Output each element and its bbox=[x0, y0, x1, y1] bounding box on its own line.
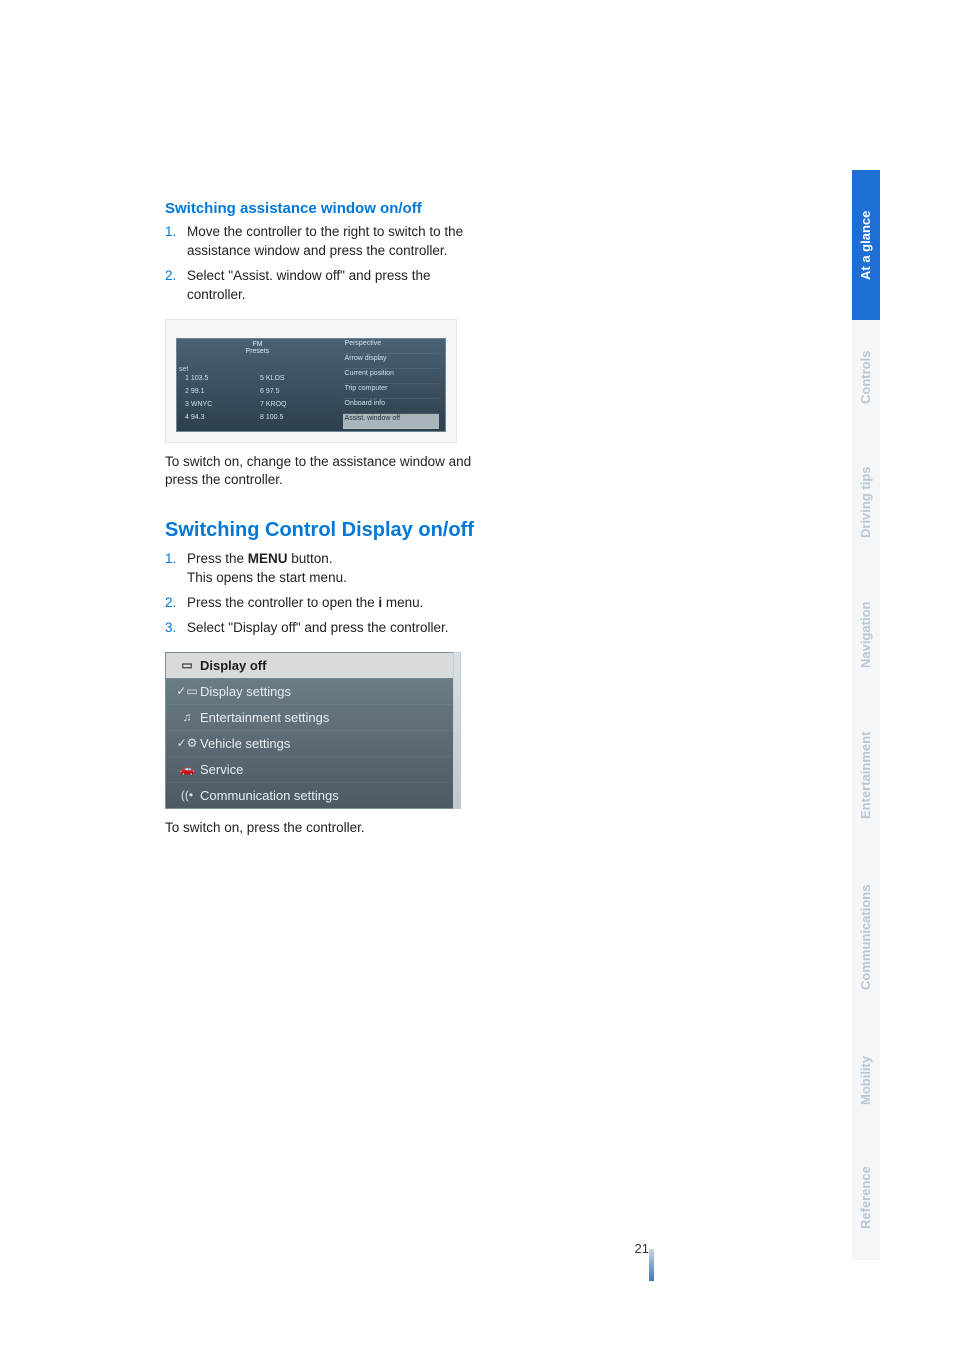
assist-menu-item: Onboard info bbox=[343, 399, 439, 414]
step-text: Press the MENU button. This opens the st… bbox=[187, 550, 485, 588]
menu-label: Communication settings bbox=[200, 788, 339, 803]
tab-mobility[interactable]: Mobility bbox=[852, 1025, 880, 1135]
menu-item-vehicle-settings: ✓⚙ Vehicle settings bbox=[166, 730, 454, 756]
heading-assist-window: Switching assistance window on/off bbox=[165, 200, 485, 217]
display-after-text: To switch on, press the controller. bbox=[165, 819, 485, 838]
page-number: 21 bbox=[635, 1241, 649, 1256]
radio-panel: FM Presets set 1 103.5 5 KLOS 2 99.1 6 9… bbox=[176, 338, 446, 432]
preset-grid: 1 103.5 5 KLOS 2 99.1 6 97.5 3 WNYC 7 KR… bbox=[183, 375, 333, 426]
step-item: 2. Select "Assist. window off" and press… bbox=[165, 267, 485, 305]
step-text: Select "Display off" and press the contr… bbox=[187, 619, 485, 638]
step-text: Move the controller to the right to swit… bbox=[187, 223, 485, 261]
preset-cell: 7 KROQ bbox=[258, 401, 333, 414]
menu-item-entertainment-settings: ♫ Entertainment settings bbox=[166, 704, 454, 730]
radio-header: FM Presets bbox=[177, 339, 338, 369]
tab-driving-tips[interactable]: Driving tips bbox=[852, 435, 880, 570]
assist-window-steps: 1. Move the controller to the right to s… bbox=[165, 223, 485, 305]
band-label: FM bbox=[252, 341, 262, 348]
assist-menu-list: Perspective Arrow display Current positi… bbox=[343, 339, 439, 429]
step-text: Press the controller to open the i menu. bbox=[187, 594, 485, 613]
preset-cell: 5 KLOS bbox=[258, 375, 333, 388]
display-settings-icon: ✓▭ bbox=[174, 684, 200, 698]
menu-item-display-settings: ✓▭ Display settings bbox=[166, 678, 454, 704]
set-label: set bbox=[179, 366, 188, 373]
preset-cell: 4 94.3 bbox=[183, 414, 258, 427]
tab-reference[interactable]: Reference bbox=[852, 1135, 880, 1260]
menu-label: Vehicle settings bbox=[200, 736, 290, 751]
step-text: Select "Assist. window off" and press th… bbox=[187, 267, 485, 305]
step-item: 1. Move the controller to the right to s… bbox=[165, 223, 485, 261]
heading-control-display: Switching Control Display on/off bbox=[165, 518, 485, 542]
tab-communications[interactable]: Communications bbox=[852, 850, 880, 1025]
preset-cell: 3 WNYC bbox=[183, 401, 258, 414]
step-number: 1. bbox=[165, 550, 187, 588]
step-number: 1. bbox=[165, 223, 187, 261]
tab-at-a-glance[interactable]: At a glance bbox=[852, 170, 880, 320]
tab-controls[interactable]: Controls bbox=[852, 320, 880, 435]
service-icon: 🚗 bbox=[174, 762, 200, 776]
step-item: 2. Press the controller to open the i me… bbox=[165, 594, 485, 613]
menu-label: Display settings bbox=[200, 684, 291, 699]
menu-label: Service bbox=[200, 762, 243, 777]
step-number: 2. bbox=[165, 267, 187, 305]
entertainment-icon: ♫ bbox=[174, 710, 200, 724]
preset-cell: 1 103.5 bbox=[183, 375, 258, 388]
assist-window-screenshot: FM Presets set 1 103.5 5 KLOS 2 99.1 6 9… bbox=[165, 319, 457, 443]
preset-cell: 2 99.1 bbox=[183, 388, 258, 401]
tab-entertainment[interactable]: Entertainment bbox=[852, 700, 880, 850]
assist-menu-item: Current position bbox=[343, 369, 439, 384]
menu-label: Display off bbox=[200, 658, 266, 673]
assist-menu-item: Perspective bbox=[343, 339, 439, 354]
menu-item-display-off: ▭ Display off bbox=[166, 653, 454, 678]
menu-item-communication-settings: ((• Communication settings bbox=[166, 782, 454, 808]
menu-label: Entertainment settings bbox=[200, 710, 329, 725]
step-number: 3. bbox=[165, 619, 187, 638]
side-tabs: At a glance Controls Driving tips Naviga… bbox=[852, 170, 880, 1260]
screenshot-edge-strip bbox=[453, 652, 461, 809]
assist-menu-item: Trip computer bbox=[343, 384, 439, 399]
tab-navigation[interactable]: Navigation bbox=[852, 570, 880, 700]
step-number: 2. bbox=[165, 594, 187, 613]
menu-button-label: MENU bbox=[248, 551, 288, 566]
control-display-steps: 1. Press the MENU button. This opens the… bbox=[165, 550, 485, 638]
assist-menu-item-highlight: Assist. window off bbox=[343, 414, 439, 429]
main-content-column: Switching assistance window on/off 1. Mo… bbox=[165, 200, 485, 848]
preset-cell: 8 100.5 bbox=[258, 414, 333, 427]
display-off-icon: ▭ bbox=[174, 658, 200, 672]
assist-after-text: To switch on, change to the assistance w… bbox=[165, 453, 485, 491]
step-item: 3. Select "Display off" and press the co… bbox=[165, 619, 485, 638]
assist-menu-item: Arrow display bbox=[343, 354, 439, 369]
page-marker bbox=[649, 1249, 654, 1281]
menu-item-service: 🚗 Service bbox=[166, 756, 454, 782]
display-menu-screenshot: ▭ Display off ✓▭ Display settings ♫ Ente… bbox=[165, 652, 455, 809]
display-menu-panel: ▭ Display off ✓▭ Display settings ♫ Ente… bbox=[165, 652, 455, 809]
preset-cell: 6 97.5 bbox=[258, 388, 333, 401]
communication-icon: ((• bbox=[174, 788, 200, 802]
page: Switching assistance window on/off 1. Mo… bbox=[0, 0, 954, 1351]
presets-label: Presets bbox=[246, 348, 270, 355]
step-item: 1. Press the MENU button. This opens the… bbox=[165, 550, 485, 588]
vehicle-icon: ✓⚙ bbox=[174, 736, 200, 750]
